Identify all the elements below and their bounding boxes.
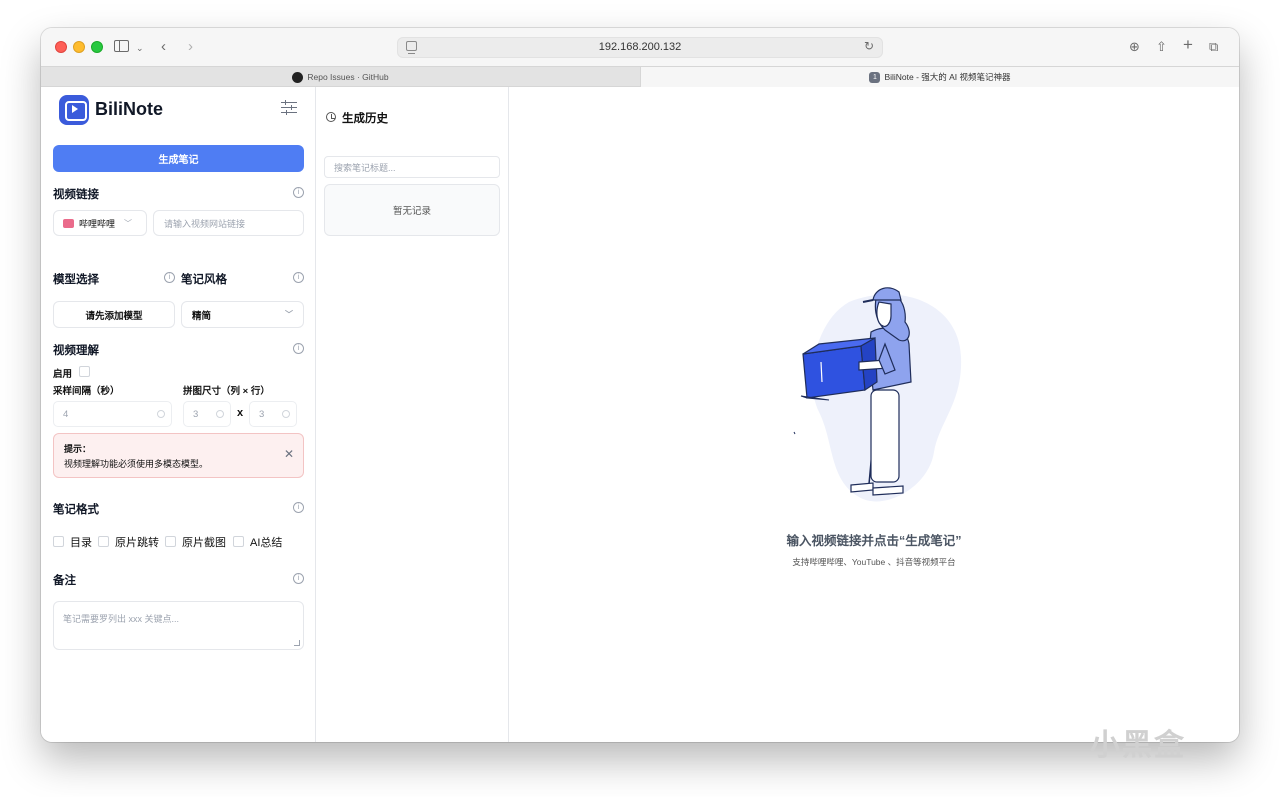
enable-checkbox[interactable] (79, 366, 90, 377)
interval-input[interactable]: 4 (53, 401, 172, 427)
chevron-down-icon: ﹀ (124, 218, 133, 228)
zoom-window-button[interactable] (91, 41, 103, 53)
generate-note-button[interactable]: 生成笔记 (53, 145, 304, 172)
grid-cols-value: 3 (193, 408, 199, 420)
format-checkbox-ai-summary[interactable] (233, 536, 244, 547)
add-model-button[interactable]: 请先添加模型 (53, 301, 175, 328)
browser-window: ⌄ ‹ › 192.168.200.132 ↻ ⊕ ⇧ + ⧉ Repo Iss… (41, 28, 1239, 742)
app: BiliNote 生成笔记 视频链接 i 哔哩哔哩 ﹀ 请输入视频网站链接 模型… (41, 87, 1239, 742)
chevron-down-icon: ﹀ (285, 310, 293, 319)
format-option-label: 原片截图 (182, 537, 226, 549)
share-icon[interactable]: ⇧ (1156, 37, 1167, 57)
note-style-value: 精简 (192, 310, 212, 322)
tab-bilinote[interactable]: 1 BiliNote - 强大的 AI 视频笔记神器 (640, 67, 1239, 87)
sidebar-toggle-icon[interactable] (114, 40, 129, 52)
remark-textarea[interactable]: 笔记需要罗列出 xxx 关键点... (53, 601, 304, 650)
enable-label: 启用 (53, 369, 73, 380)
stepper-icon[interactable] (157, 410, 165, 418)
video-link-label: 视频链接 (53, 189, 99, 201)
bilinote-logo-icon (59, 95, 89, 125)
download-icon[interactable]: ⊕ (1129, 37, 1140, 57)
address-bar[interactable]: 192.168.200.132 ↻ (397, 37, 883, 58)
forward-icon[interactable]: › (188, 37, 193, 57)
interval-value: 4 (63, 408, 69, 420)
resize-handle-icon[interactable] (294, 640, 300, 646)
brand-name: BiliNote (95, 99, 164, 119)
grid-rows-input[interactable]: 3 (249, 401, 297, 427)
history-search-input[interactable]: 搜索笔记标题... (324, 156, 500, 178)
empty-state-subtitle: 支持哔哩哔哩、YouTube 、抖音等视频平台 (792, 557, 956, 567)
browser-toolbar: ⌄ ‹ › 192.168.200.132 ↻ ⊕ ⇧ + ⧉ (41, 28, 1239, 66)
github-icon (292, 71, 304, 83)
info-icon[interactable]: i (293, 573, 304, 584)
format-checkbox-jump[interactable] (98, 536, 109, 547)
platform-value: 哔哩哔哩 (79, 218, 116, 229)
history-title: 生成历史 (342, 113, 388, 125)
stepper-icon[interactable] (216, 410, 224, 418)
remark-label: 备注 (53, 575, 76, 587)
alert-text: 视频理解功能必须使用多模态模型。 (64, 459, 209, 469)
info-icon[interactable]: i (293, 187, 304, 198)
tab-overview-icon[interactable]: ⧉ (1209, 37, 1218, 57)
format-checkbox-toc[interactable] (53, 536, 64, 547)
tab-favicon: 1 (869, 71, 881, 83)
note-preview-panel: 输入视频链接并点击“生成笔记” 支持哔哩哔哩、YouTube 、抖音等视频平台 (509, 87, 1239, 742)
format-checkbox-screenshot[interactable] (165, 536, 176, 547)
model-select-label: 模型选择 (53, 274, 99, 286)
platform-select[interactable]: 哔哩哔哩 ﹀ (53, 210, 147, 236)
info-icon[interactable]: i (293, 272, 304, 283)
video-url-input[interactable]: 请输入视频网站链接 (153, 210, 304, 236)
tab-github[interactable]: Repo Issues · GitHub (41, 67, 640, 87)
stepper-icon[interactable] (282, 410, 290, 418)
grid-cols-input[interactable]: 3 (183, 401, 231, 427)
empty-state-title: 输入视频链接并点击“生成笔记” (786, 534, 962, 548)
note-form-panel: BiliNote 生成笔记 视频链接 i 哔哩哔哩 ﹀ 请输入视频网站链接 模型… (41, 87, 316, 742)
history-panel: 生成历史 搜索笔记标题... 暂无记录 (316, 87, 509, 742)
remark-placeholder: 笔记需要罗列出 xxx 关键点... (63, 614, 180, 624)
history-empty-state: 暂无记录 (324, 184, 500, 236)
close-window-button[interactable] (55, 41, 67, 53)
video-understanding-label: 视频理解 (53, 345, 99, 357)
info-icon[interactable]: i (293, 502, 304, 513)
interval-label: 采样间隔（秒） (53, 386, 120, 397)
info-icon[interactable]: i (293, 343, 304, 354)
multimodal-alert: 提示： 视频理解功能必须使用多模态模型。 ✕ (53, 433, 304, 478)
tab-bar: Repo Issues · GitHub 1 BiliNote - 强大的 AI… (41, 66, 1239, 87)
tab-label: BiliNote - 强大的 AI 视频笔记神器 (884, 72, 1011, 82)
address-text: 192.168.200.132 (598, 41, 682, 53)
note-style-select[interactable]: 精简 ﹀ (181, 301, 304, 328)
grid-size-label: 拼图尺寸（列 × 行） (183, 386, 270, 397)
format-option-label: 原片跳转 (115, 537, 159, 549)
watermark: 小黑盒 (1090, 728, 1186, 763)
reload-icon[interactable]: ↻ (864, 39, 874, 53)
bilibili-icon (63, 218, 74, 228)
tab-label: Repo Issues · GitHub (307, 72, 389, 82)
format-option-label: 目录 (70, 537, 92, 549)
info-icon[interactable]: i (164, 272, 175, 283)
times-symbol: x (237, 407, 244, 419)
back-icon[interactable]: ‹ (161, 37, 166, 57)
chevron-down-icon[interactable]: ⌄ (136, 38, 144, 58)
note-style-label: 笔记风格 (181, 274, 227, 286)
new-tab-icon[interactable]: + (1183, 35, 1193, 55)
settings-sliders-icon[interactable] (281, 99, 297, 115)
format-option-label: AI总结 (250, 537, 283, 549)
alert-title: 提示： (64, 444, 92, 454)
grid-rows-value: 3 (259, 408, 265, 420)
note-format-label: 笔记格式 (53, 504, 99, 516)
minimize-window-button[interactable] (73, 41, 85, 53)
empty-state-illustration (793, 287, 962, 502)
clock-icon (326, 112, 336, 122)
close-icon[interactable]: ✕ (284, 447, 294, 461)
